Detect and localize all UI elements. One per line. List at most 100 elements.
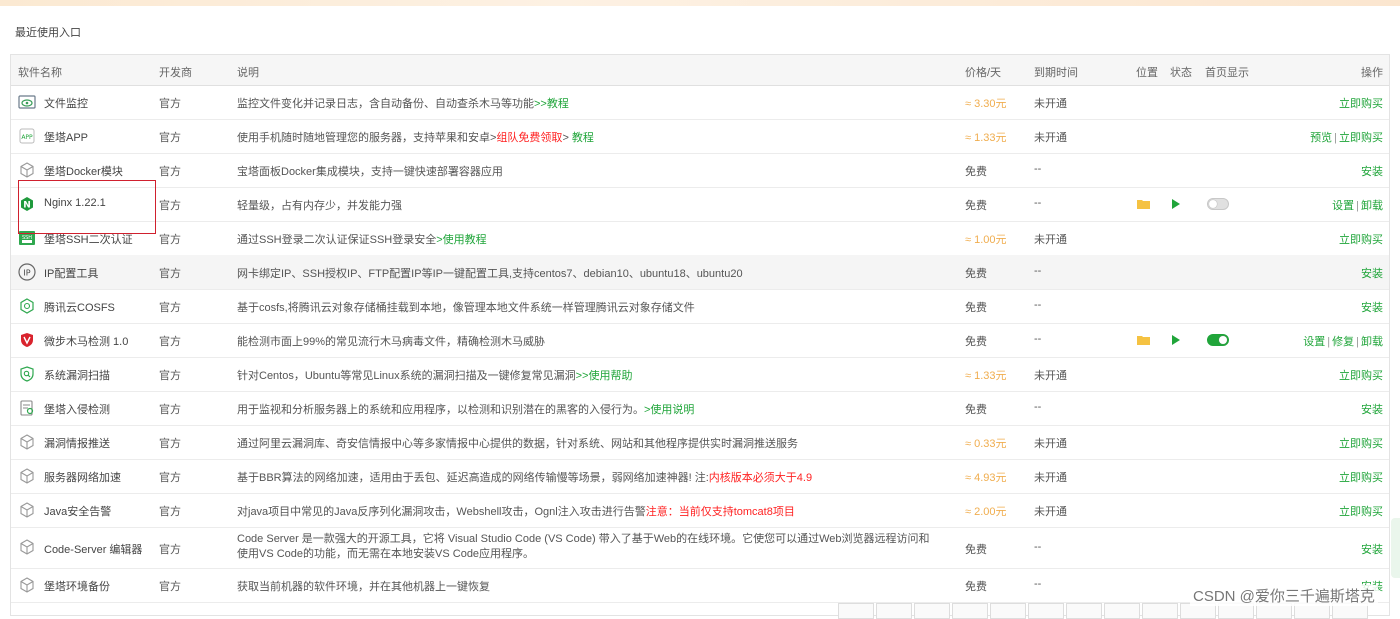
play-icon[interactable] — [1171, 199, 1181, 212]
table-row: 微步木马检测 1.0 官方 能检测市面上99%的常见流行木马病毒文件，精确检测木… — [11, 323, 1389, 358]
plugin-name: 微步木马检测 1.0 — [44, 336, 129, 348]
plugin-name: 系统漏洞扫描 — [44, 370, 110, 382]
tutorial-link[interactable]: >使用教程 — [436, 234, 486, 246]
folder-icon[interactable] — [1137, 199, 1150, 212]
cube-icon — [18, 538, 36, 556]
expire-time: 未开通 — [1034, 506, 1067, 518]
uninstall-button[interactable]: 卸载 — [1361, 200, 1383, 212]
repair-button[interactable]: 修复 — [1332, 336, 1354, 348]
expire-time: -- — [1034, 578, 1042, 590]
description: 能检测市面上99%的常见流行木马病毒文件，精确检测木马威胁 — [237, 336, 546, 348]
expire-time: 未开通 — [1034, 234, 1067, 246]
uninstall-button[interactable]: 卸载 — [1361, 336, 1383, 348]
table-row: 系统漏洞扫描 官方 针对Centos，Ubuntu等常见Linux系统的漏洞扫描… — [11, 357, 1389, 392]
install-button[interactable]: 安装 — [1361, 265, 1383, 281]
cube-icon — [18, 467, 36, 485]
buy-now-button[interactable]: 立即购买 — [1339, 367, 1383, 383]
price: ≈ 1.33元 — [965, 132, 1007, 144]
page-button[interactable] — [1028, 603, 1064, 619]
buy-now-button[interactable]: 立即购买 — [1339, 95, 1383, 111]
svg-text:APP: APP — [21, 134, 33, 141]
buy-now-button[interactable]: 立即购买 — [1339, 469, 1383, 485]
tutorial-link[interactable]: >使用说明 — [644, 404, 694, 416]
settings-button[interactable]: 设置 — [1303, 336, 1325, 348]
expire-time: 未开通 — [1034, 370, 1067, 382]
scan-icon — [18, 365, 36, 383]
side-float-tab[interactable] — [1391, 518, 1400, 578]
price: ≈ 1.00元 — [965, 234, 1007, 246]
page-button[interactable] — [1142, 603, 1178, 619]
page-button[interactable] — [1104, 603, 1140, 619]
table-row: Java安全告警 官方 对java项目中常见的Java反序列化漏洞攻击，Webs… — [11, 493, 1389, 528]
install-button[interactable]: 安装 — [1361, 401, 1383, 417]
team-free-link[interactable]: 组队免费领取 — [496, 132, 562, 144]
table-row: Code-Server 编辑器 官方 Code Server 是一款强大的开源工… — [11, 527, 1389, 569]
price: 免费 — [965, 544, 987, 556]
plugin-name: 腾讯云COSFS — [44, 302, 115, 314]
install-button[interactable]: 安装 — [1361, 541, 1383, 557]
developer: 官方 — [159, 166, 181, 178]
expire-time: -- — [1034, 401, 1042, 413]
page-button[interactable] — [838, 603, 874, 619]
header-developer: 开发商 — [159, 67, 192, 79]
page-button[interactable] — [952, 603, 988, 619]
developer: 官方 — [159, 581, 181, 593]
header-expire: 到期时间 — [1034, 67, 1078, 79]
developer: 官方 — [159, 472, 181, 484]
buy-now-button[interactable]: 立即购买 — [1339, 503, 1383, 519]
description: Code Server 是一款强大的开源工具，它将 Visual Studio … — [237, 533, 930, 560]
price: 免费 — [965, 404, 987, 416]
highlight-box — [18, 180, 156, 234]
homepage-toggle[interactable] — [1207, 334, 1229, 346]
table-row: 文件监控 官方 监控文件变化并记录日志，含自动备份、自动查杀木马等功能>>教程 … — [11, 85, 1389, 120]
page-button[interactable] — [990, 603, 1026, 619]
homepage-toggle[interactable] — [1207, 198, 1229, 210]
buy-now-button[interactable]: 立即购买 — [1339, 435, 1383, 451]
folder-icon[interactable] — [1137, 335, 1150, 348]
description: 监控文件变化并记录日志，含自动备份、自动查杀木马等功能>>教程 — [237, 98, 569, 110]
table-row: 堡塔环境备份 官方 获取当前机器的软件环境，并在其他机器上一键恢复 免费 -- … — [11, 568, 1389, 603]
page-button[interactable] — [876, 603, 912, 619]
preview-button[interactable]: 预览 — [1310, 132, 1332, 144]
table-row: SSH 堡塔SSH二次认证 官方 通过SSH登录二次认证保证SSH登录安全>使用… — [11, 221, 1389, 256]
description: 对java项目中常见的Java反序列化漏洞攻击，Webshell攻击，Ognl注… — [237, 506, 795, 518]
expire-time: -- — [1034, 197, 1042, 209]
page-button[interactable] — [914, 603, 950, 619]
header-position: 位置 — [1136, 67, 1158, 79]
developer: 官方 — [159, 98, 181, 110]
price: 免费 — [965, 166, 987, 178]
tutorial-link[interactable]: >>教程 — [534, 98, 569, 110]
description: 用于监视和分析服务器上的系统和应用程序，以检测和识别潜在的黑客的入侵行为。>使用… — [237, 404, 695, 416]
table-row: N Nginx 1.22.1 官方 轻量级，占有内存少，并发能力强 免费 -- … — [11, 187, 1389, 222]
kernel-warning: 内核版本必须大于4.9 — [708, 472, 813, 484]
play-icon[interactable] — [1171, 335, 1181, 348]
plugin-name: 堡塔APP — [44, 132, 89, 144]
tutorial-link[interactable]: 教程 — [569, 132, 594, 144]
price: 免费 — [965, 268, 987, 280]
developer: 官方 — [159, 336, 181, 348]
table-row: 漏洞情报推送 官方 通过阿里云漏洞库、奇安信情报中心等多家情报中心提供的数据，针… — [11, 425, 1389, 460]
plugin-table: 软件名称 开发商 说明 价格/天 到期时间 位置 状态 首页显示 操作 文件监控… — [10, 54, 1390, 616]
developer: 官方 — [159, 200, 181, 212]
developer: 官方 — [159, 506, 181, 518]
intrusion-icon — [18, 399, 36, 417]
page-button[interactable] — [1066, 603, 1102, 619]
plugin-name: Code-Server 编辑器 — [44, 544, 143, 556]
price: 免费 — [965, 581, 987, 593]
app-icon: APP — [18, 127, 36, 145]
description: 使用手机随时随地管理您的服务器，支持苹果和安卓>组队免费领取> 教程 — [237, 132, 594, 144]
description: 通过SSH登录二次认证保证SSH登录安全>使用教程 — [237, 234, 487, 246]
buy-now-button[interactable]: 立即购买 — [1339, 132, 1383, 144]
install-button[interactable]: 安装 — [1361, 299, 1383, 315]
table-row: 堡塔入侵检测 官方 用于监视和分析服务器上的系统和应用程序，以检测和识别潜在的黑… — [11, 391, 1389, 426]
description: 基于cosfs,将腾讯云对象存储桶挂载到本地，像管理本地文件系统一样管理腾讯云对… — [237, 302, 695, 314]
buy-now-button[interactable]: 立即购买 — [1339, 231, 1383, 247]
description: 通过阿里云漏洞库、奇安信情报中心等多家情报中心提供的数据，针对系统、网站和其他程… — [237, 438, 798, 450]
expire-time: -- — [1034, 163, 1042, 175]
cube-icon — [18, 433, 36, 451]
price: ≈ 3.30元 — [965, 98, 1007, 110]
tutorial-link[interactable]: >>使用帮助 — [576, 370, 633, 382]
install-button[interactable]: 安装 — [1361, 163, 1383, 179]
settings-button[interactable]: 设置 — [1332, 200, 1354, 212]
plugin-name: IP配置工具 — [44, 268, 99, 280]
